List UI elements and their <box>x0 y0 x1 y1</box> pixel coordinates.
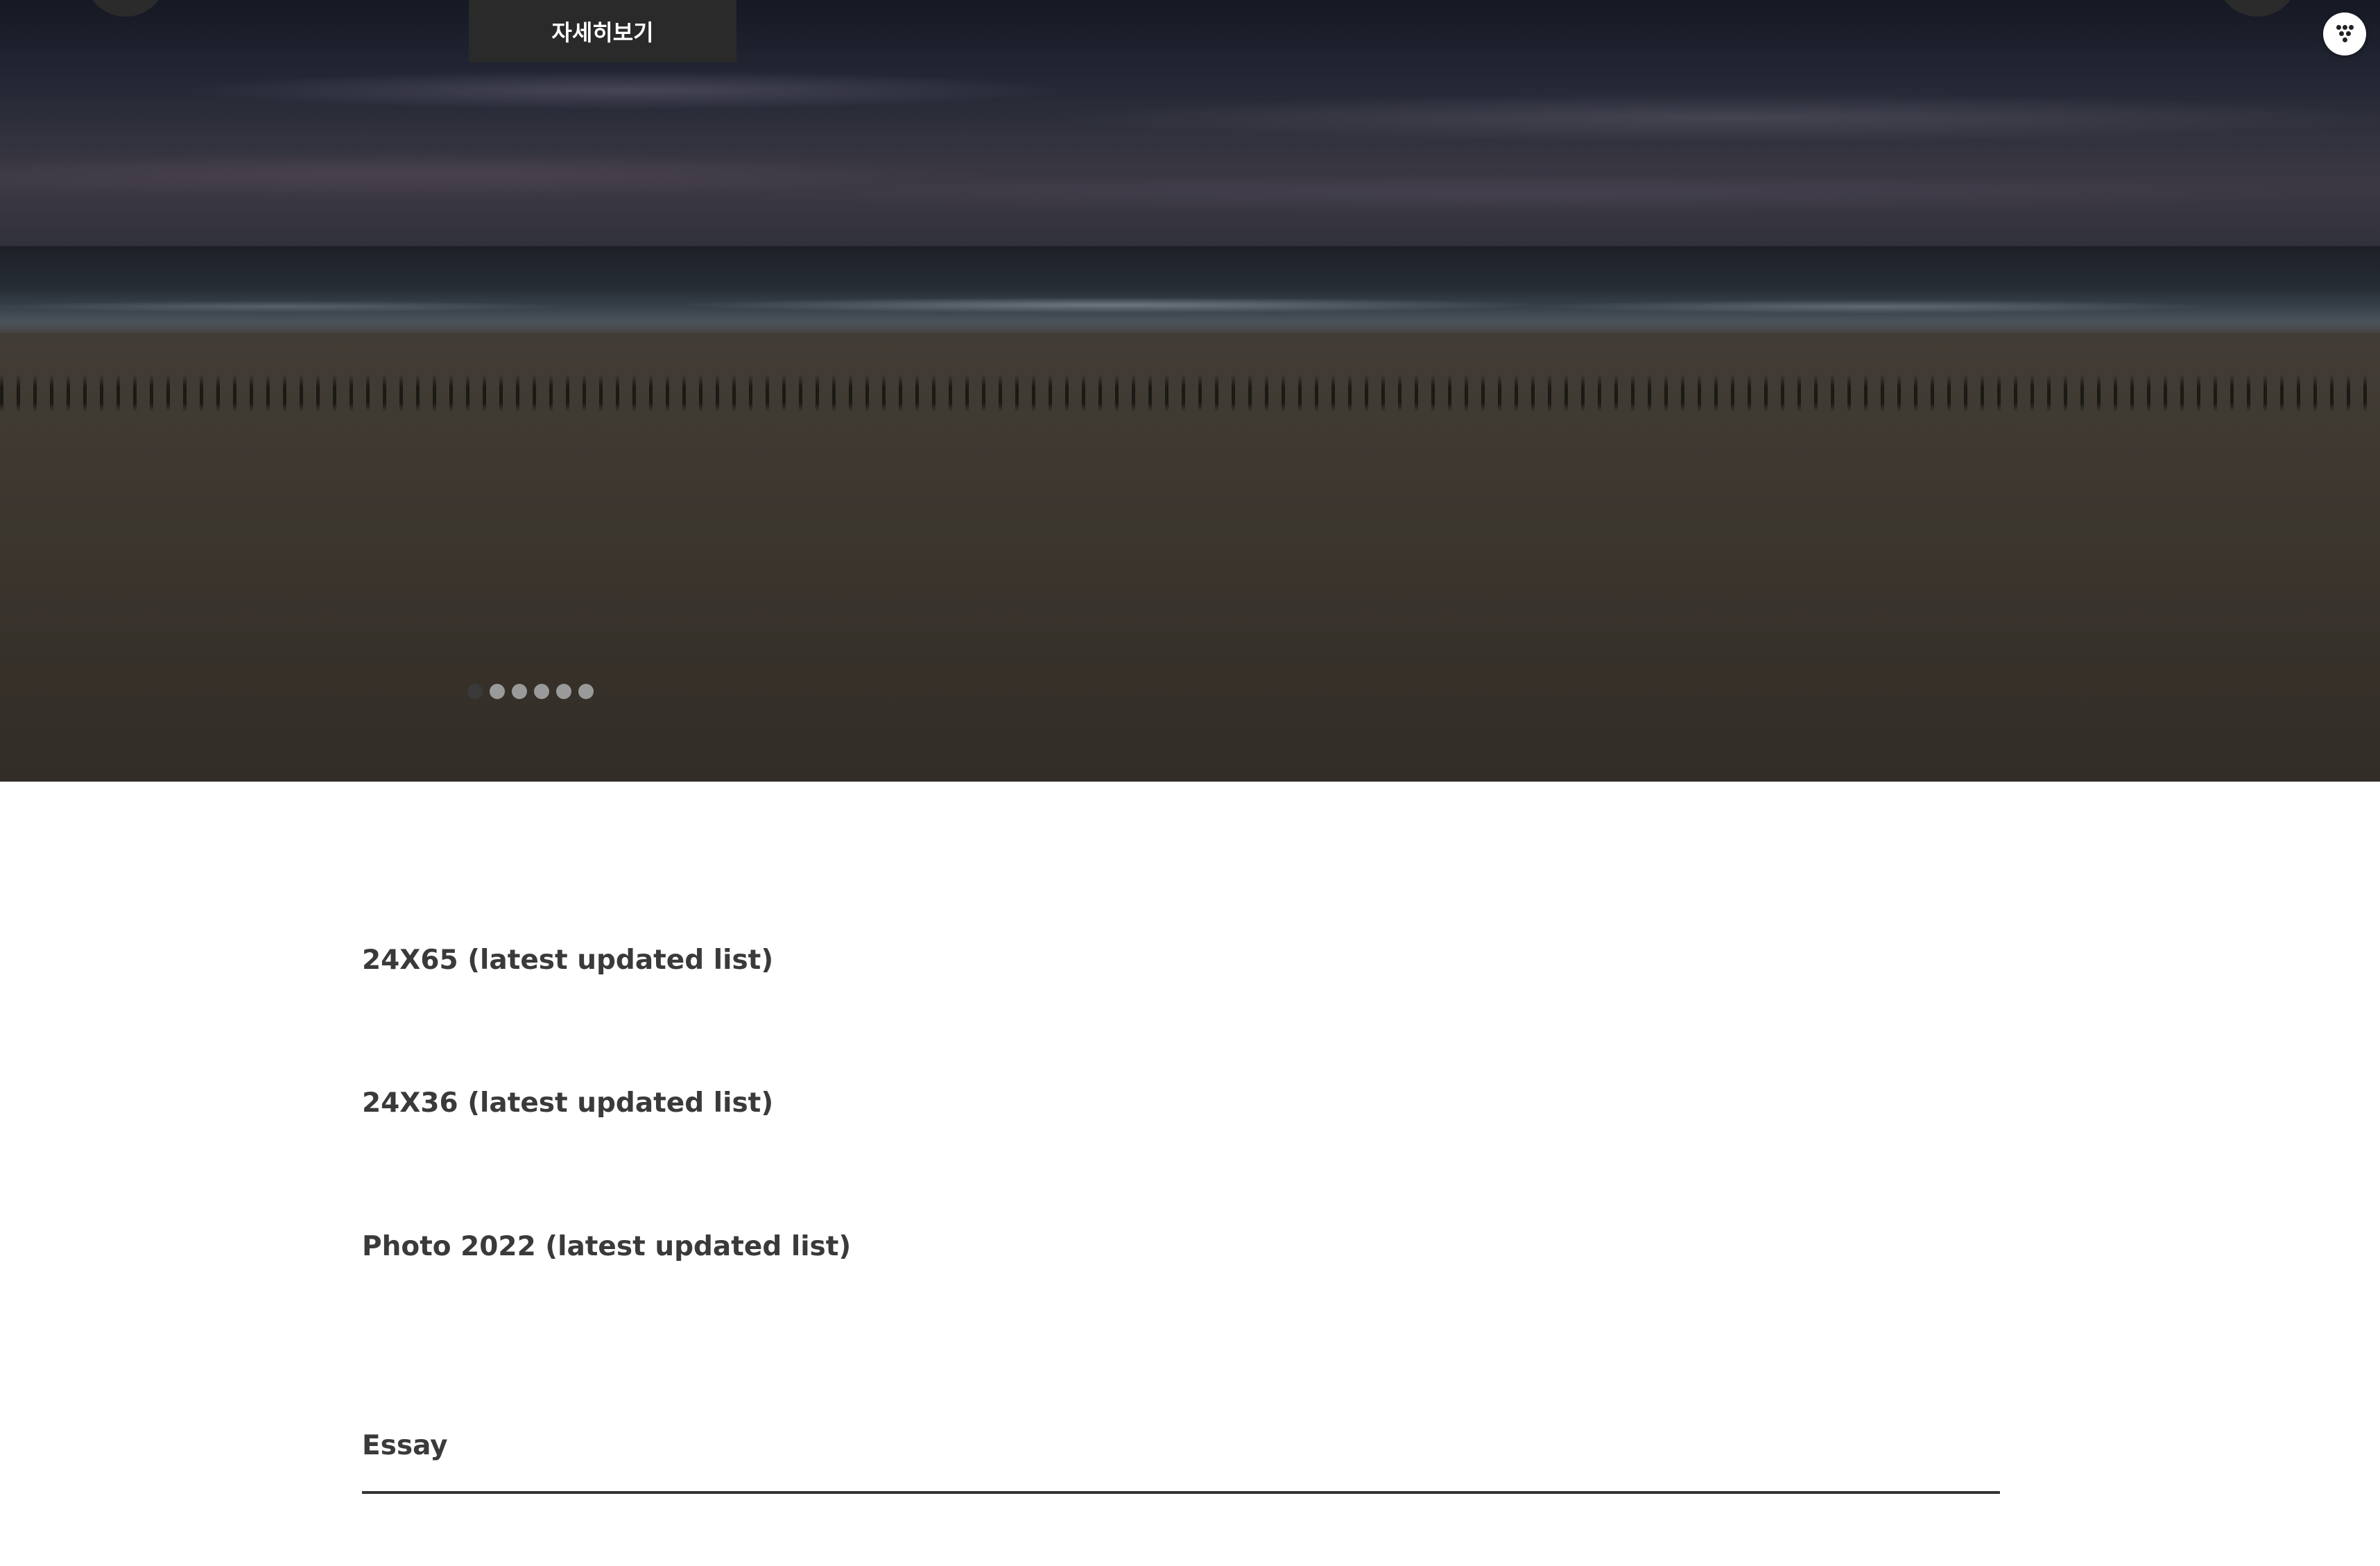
hero-overlay <box>0 0 2380 782</box>
slide-dot[interactable] <box>490 684 505 699</box>
slide-pagination <box>467 684 594 699</box>
slide-dot[interactable] <box>556 684 571 699</box>
floating-menu-button[interactable] <box>2323 12 2366 55</box>
essay-heading: Essay <box>362 1430 448 1461</box>
link-24x36-list[interactable]: 24X36 (latest updated list) <box>362 1087 773 1119</box>
link-24x65-list[interactable]: 24X65 (latest updated list) <box>362 945 773 976</box>
hero-slider: 자세히보기 <box>0 0 2380 782</box>
slide-dot[interactable] <box>534 684 549 699</box>
essay-divider <box>362 1491 2000 1494</box>
detail-button[interactable]: 자세히보기 <box>469 0 736 62</box>
slide-dot[interactable] <box>467 684 483 699</box>
link-photo-2022-list[interactable]: Photo 2022 (latest updated list) <box>362 1231 851 1262</box>
slide-dot[interactable] <box>578 684 594 699</box>
slide-dot[interactable] <box>512 684 527 699</box>
